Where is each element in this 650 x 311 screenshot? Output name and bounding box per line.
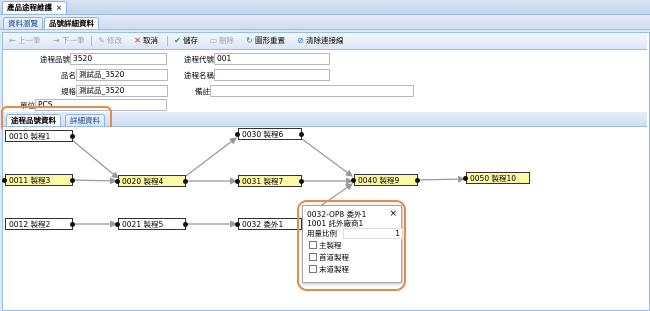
connector-dot[interactable]	[70, 178, 75, 183]
edge-0030-0040	[301, 138, 353, 177]
connector-dot[interactable]	[299, 179, 304, 184]
node-0011[interactable]: 0011 製程3	[5, 174, 73, 186]
connector-dot[interactable]	[183, 222, 188, 227]
connector-dot[interactable]	[183, 179, 188, 184]
connector-dot[interactable]	[299, 132, 304, 137]
edge-0011-0020	[71, 177, 118, 185]
connector-dot[interactable]	[235, 179, 240, 184]
connector-dot[interactable]	[235, 222, 240, 227]
node-0012[interactable]: 0012 製程2	[5, 218, 73, 230]
node-0021[interactable]: 0021 製程5	[118, 218, 186, 230]
connector-dot[interactable]	[115, 179, 120, 184]
connector-dot[interactable]	[415, 178, 420, 183]
edge-0010-0020	[71, 139, 119, 179]
connector-dot[interactable]	[235, 132, 240, 137]
popup-highlight-outline	[297, 200, 406, 291]
connector-dot[interactable]	[115, 222, 120, 227]
connector-dot[interactable]	[70, 134, 75, 139]
connector-dot[interactable]	[351, 178, 356, 183]
connector-dot[interactable]	[2, 178, 7, 183]
connector-dot[interactable]	[463, 176, 468, 181]
node-0050[interactable]: 0050 製程10	[466, 172, 530, 184]
connector-dot[interactable]	[70, 222, 75, 227]
node-0030[interactable]: 0030 製程6	[238, 128, 302, 140]
node-0040[interactable]: 0040 製程9	[354, 174, 418, 186]
edge-0020-0030	[185, 137, 237, 177]
node-0032[interactable]: 0032 委外1	[238, 218, 302, 230]
node-0020[interactable]: 0020 製程4	[118, 175, 186, 187]
edge-0040-0050	[416, 175, 466, 183]
node-0031[interactable]: 0031 製程7	[238, 175, 302, 187]
node-0010[interactable]: 0010 製程1	[5, 130, 73, 142]
